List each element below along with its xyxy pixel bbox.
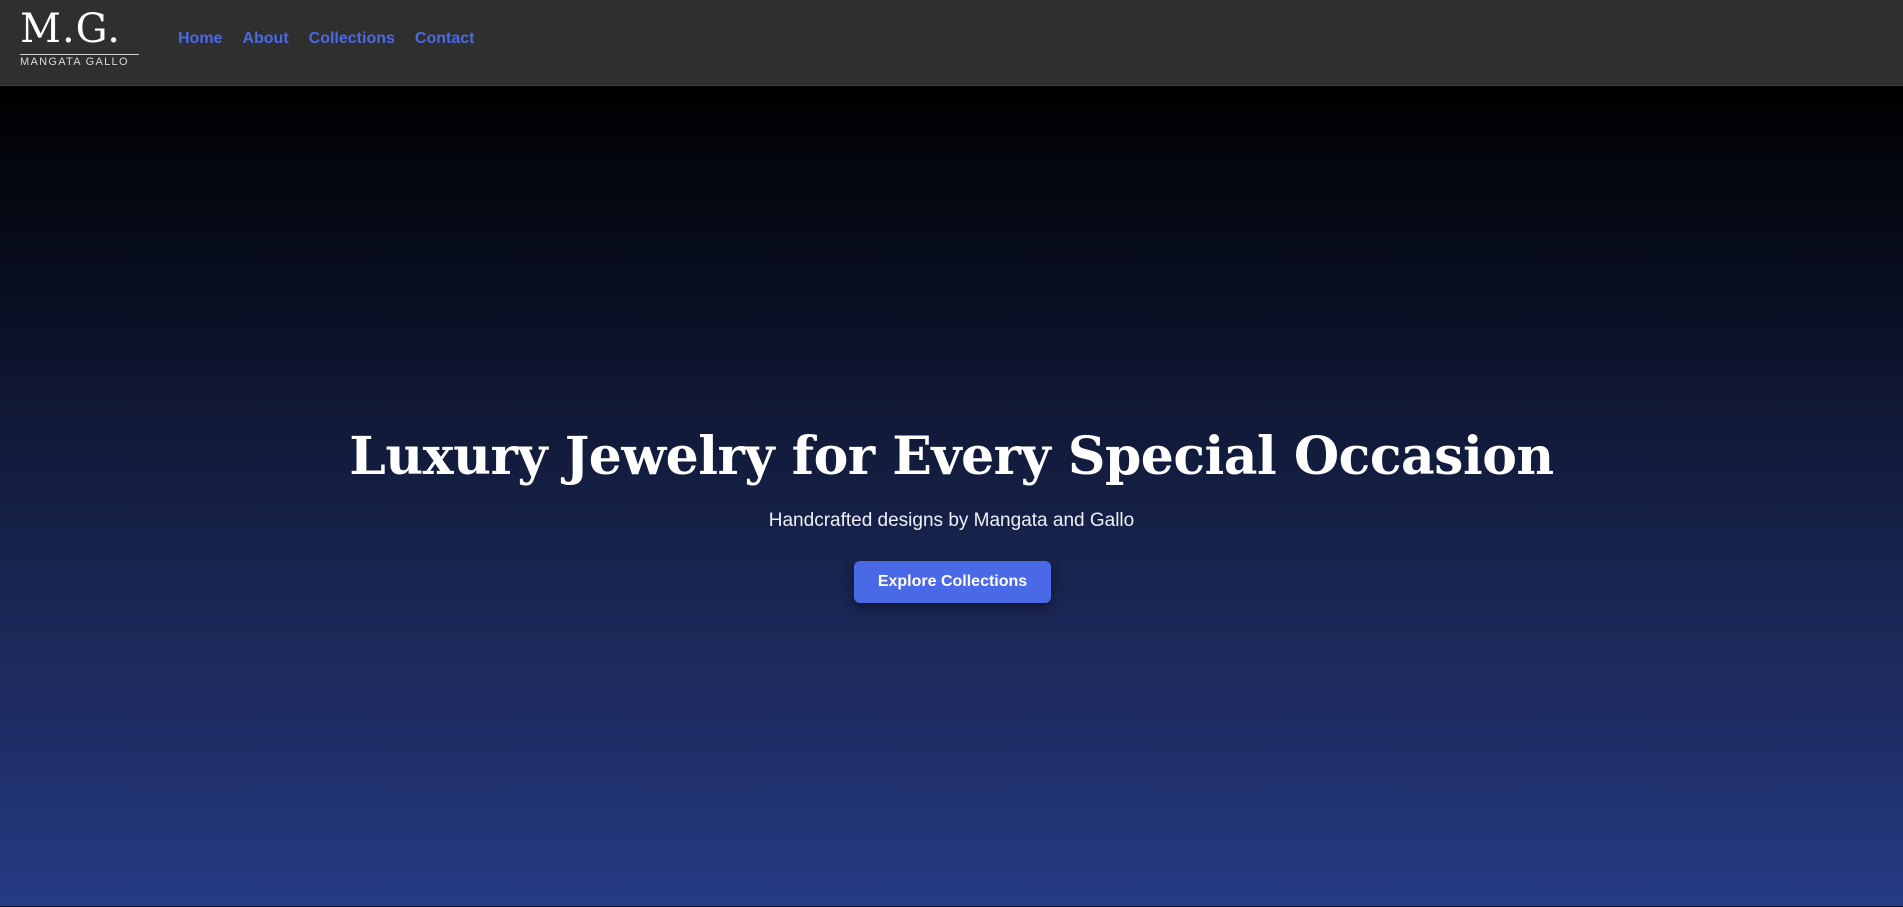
hero-title: Luxury Jewelry for Every Special Occasio… [349,426,1554,487]
hero-subtitle: Handcrafted designs by Mangata and Gallo [768,510,1135,531]
explore-collections-button[interactable]: Explore Collections [854,561,1051,603]
logo-mark: M.G. [20,6,121,52]
nav-link-about[interactable]: About [242,30,288,48]
main-nav: Home About Collections Contact [178,30,494,48]
nav-link-contact[interactable]: Contact [415,30,475,48]
site-header: M.G. MANGATA GALLO Home About Collection… [0,0,1903,86]
logo-subtitle: MANGATA GALLO [20,56,129,68]
nav-link-collections[interactable]: Collections [309,30,395,48]
hero-section: Luxury Jewelry for Every Special Occasio… [0,86,1903,906]
nav-link-home[interactable]: Home [178,30,222,48]
logo-divider [20,54,139,55]
brand-logo[interactable]: M.G. MANGATA GALLO [20,9,140,69]
